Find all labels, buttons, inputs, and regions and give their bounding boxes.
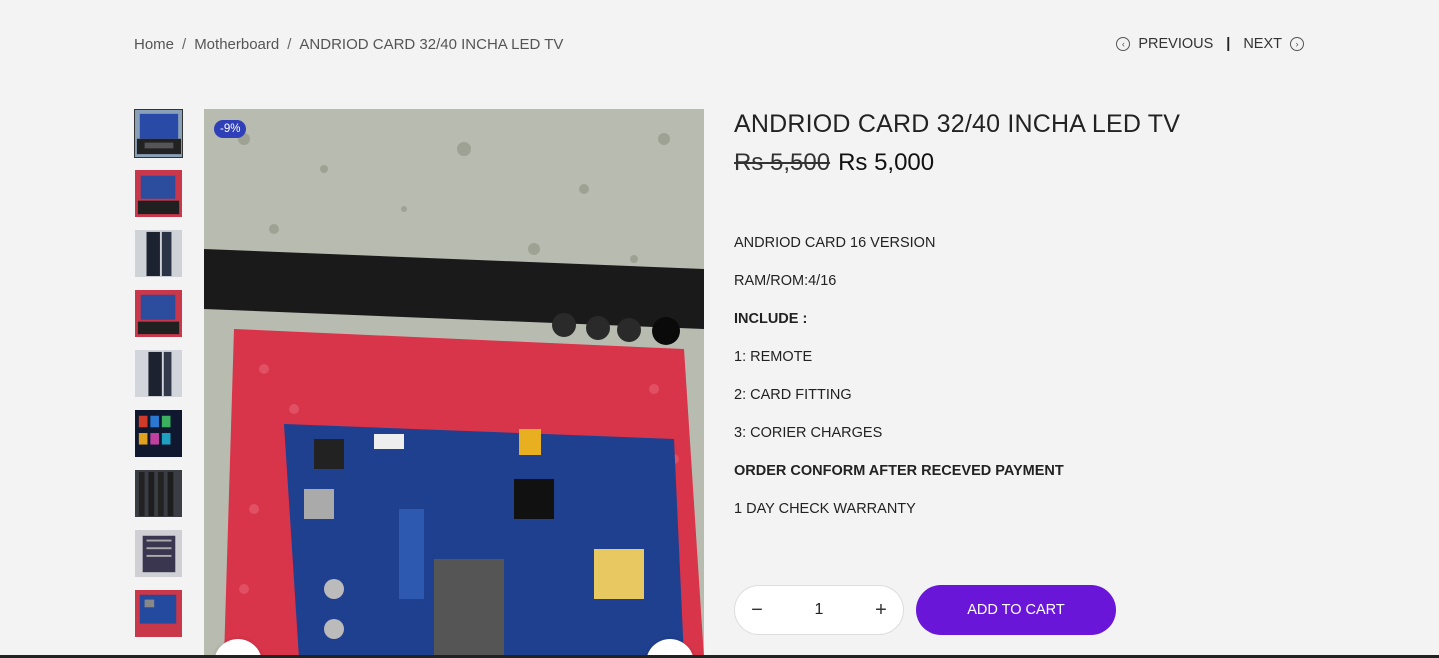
price-block: Rs 5,500 Rs 5,000 [734,149,1334,177]
thumbnail-2[interactable] [134,169,183,218]
breadcrumb-current: ANDRIOD CARD 32/40 INCHA LED TV [299,36,564,53]
breadcrumb-category[interactable]: Motherboard [194,36,279,53]
next-label: NEXT [1243,36,1282,52]
breadcrumb-separator: / [287,36,292,53]
chevron-left-circle-icon: ‹ [1116,37,1131,51]
previous-label: PREVIOUS [1138,36,1214,52]
description-line: ANDRIOD CARD 16 VERSION [734,235,936,251]
thumbnail-4[interactable] [134,289,183,338]
description-line: 1: REMOTE [734,349,813,365]
add-to-cart-button[interactable]: ADD TO CART [916,585,1116,635]
pager-divider: | [1226,36,1231,52]
thumbnail-7[interactable] [134,469,183,518]
product-title: ANDRIOD CARD 32/40 INCHA LED TV [734,110,1181,138]
main-product-image[interactable]: -9% ‹ › [204,109,704,658]
chevron-right-circle-icon: › [1290,37,1304,51]
description-line: INCLUDE : [734,311,808,327]
thumbnail-6[interactable] [134,409,183,458]
breadcrumb-home[interactable]: Home [134,36,174,53]
old-price: Rs 5,500 [734,149,831,176]
next-button[interactable]: NEXT › [1243,36,1304,52]
product-info: ANDRIOD CARD 32/40 INCHA LED TV Rs 5,500… [734,110,1334,539]
description-line: RAM/ROM:4/16 [734,273,837,289]
breadcrumb: Home / Motherboard / ANDRIOD CARD 32/40 … [134,36,563,53]
description-line: 3: CORIER CHARGES [734,425,883,441]
product-pager: ‹ PREVIOUS | NEXT › [1116,36,1304,52]
quantity-input[interactable] [799,601,839,619]
motherboard-photo [204,109,704,658]
plus-icon[interactable]: + [873,600,889,620]
description-line: ORDER CONFORM AFTER RECEVED PAYMENT [734,463,1064,479]
description-line: 2: CARD FITTING [734,387,852,403]
sale-price: Rs 5,000 [838,149,935,176]
product-description: ANDRIOD CARD 16 VERSION RAM/ROM:4/16 INC… [734,235,1334,539]
thumbnail-list [134,109,184,649]
breadcrumb-separator: / [182,36,187,53]
thumbnail-8[interactable] [134,529,183,578]
minus-icon[interactable]: − [749,600,765,620]
discount-badge: -9% [214,120,247,138]
thumbnail-1[interactable] [134,109,183,158]
thumbnail-9[interactable] [134,589,183,638]
previous-button[interactable]: ‹ PREVIOUS [1116,36,1213,52]
thumbnail-5[interactable] [134,349,183,398]
thumbnail-3[interactable] [134,229,183,278]
quantity-stepper: − + [734,585,904,635]
description-line: 1 DAY CHECK WARRANTY [734,501,916,517]
